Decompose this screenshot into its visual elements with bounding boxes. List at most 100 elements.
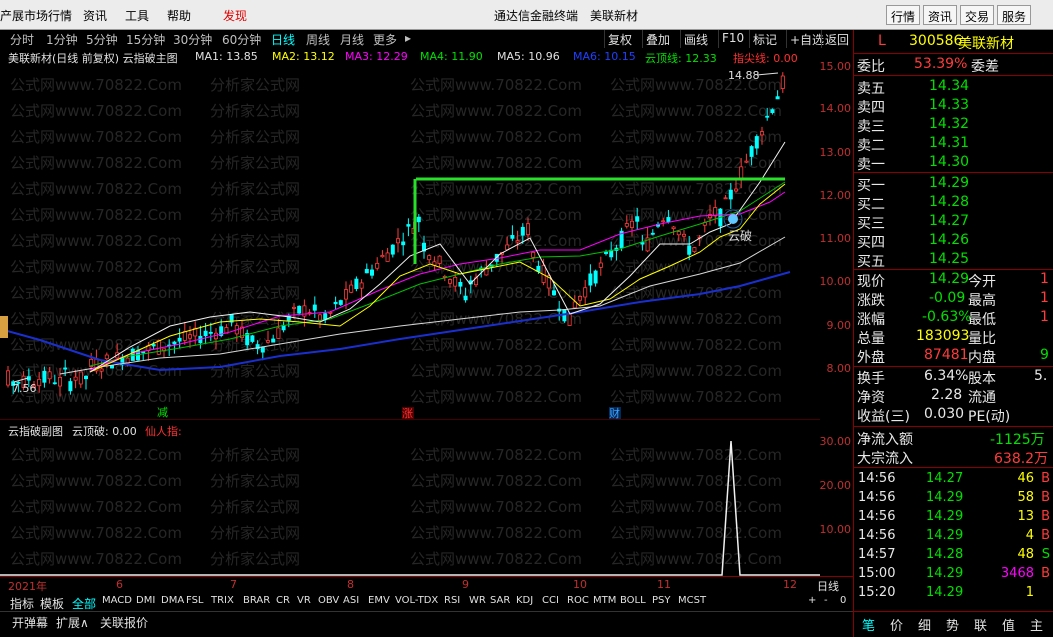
period-tab[interactable]: 15分钟 [126, 31, 165, 48]
y-tick: 9.00 [826, 319, 852, 332]
tab-fsl[interactable]: FSL [186, 595, 204, 606]
tab-dmi[interactable]: DMI [136, 595, 155, 606]
bid-row[interactable]: 买一 14.29 [854, 174, 1053, 194]
tab-cci[interactable]: CCI [542, 595, 559, 606]
tab-boll[interactable]: BOLL [620, 595, 646, 606]
tab-asi[interactable]: ASI [343, 595, 359, 606]
watermark-text: 公式网www.70822.Com [610, 550, 782, 568]
tool-rehab[interactable]: 复权 [604, 30, 635, 48]
period-tab[interactable]: 60分钟 [222, 31, 261, 48]
candle-body [734, 188, 739, 192]
period-tab[interactable]: 周线 [306, 31, 330, 48]
outer-value: 87481 [924, 347, 969, 363]
period-tab[interactable]: 5分钟 [86, 31, 118, 48]
candle-body [364, 268, 369, 274]
plus-icon[interactable]: + [808, 595, 816, 606]
quote-tab[interactable]: 值 [1002, 615, 1015, 634]
vol-ratio-label: 量比 [968, 331, 996, 347]
watermark-text: 公式网www.70822.Com [410, 232, 582, 250]
bid-row[interactable]: 买二 14.28 [854, 193, 1053, 213]
tab-rsi[interactable]: RSI [444, 595, 460, 606]
tab-vol-tdx[interactable]: VOL-TDX [395, 595, 438, 606]
tab-psy[interactable]: PSY [652, 595, 671, 606]
btn-service[interactable]: 服务 [997, 5, 1032, 25]
ask-row[interactable]: 卖三 14.32 [854, 115, 1053, 135]
tick-volume: 48 [1017, 547, 1034, 562]
tab-wr[interactable]: WR [469, 595, 486, 606]
ask-row[interactable]: 卖五 14.34 [854, 77, 1053, 97]
tab-related-quote[interactable]: 关联报价 [100, 614, 148, 631]
quote-tab[interactable]: 价 [890, 615, 903, 634]
menu-market[interactable]: 产展市场行情 [0, 7, 72, 24]
quote-tab[interactable]: 细 [918, 615, 931, 634]
candle-body [744, 160, 749, 163]
candlestick-chart[interactable]: 公式网www.70822.Com 分析家公式网 公式网www.70822.Com 公式… [0, 64, 820, 420]
zero-icon[interactable]: 0 [840, 595, 846, 606]
chevron-right-icon[interactable]: ▸ [405, 31, 411, 45]
quote-tab[interactable]: 主 [1030, 615, 1043, 634]
bid-price: 14.27 [929, 213, 970, 229]
tick-row: 14:56 14.27 46 B [854, 470, 1053, 489]
quote-tab[interactable]: 势 [946, 615, 959, 634]
bid-row[interactable]: 买四 14.26 [854, 231, 1053, 251]
tool-overlay[interactable]: 叠加 [642, 30, 673, 48]
menu-discover[interactable]: 发现 [223, 7, 247, 24]
bid-row[interactable]: 买五 14.25 [854, 250, 1053, 270]
menu-tools[interactable]: 工具 [125, 7, 149, 24]
sub-indicator-chart[interactable]: 公式网www.70822.Com 分析家公式网 公式网www.70822.Com 公式… [0, 438, 820, 576]
tab-template[interactable]: 模板 [40, 595, 64, 612]
period-tab[interactable]: 30分钟 [173, 31, 212, 48]
period-tab[interactable]: 1分钟 [46, 31, 78, 48]
period-tab[interactable]: 月线 [340, 31, 364, 48]
event-marker-zhang[interactable]: 涨 [402, 407, 413, 420]
ask-row[interactable]: 卖一 14.30 [854, 153, 1053, 173]
period-tab[interactable]: 分时 [10, 31, 34, 48]
tool-mark[interactable]: 标记 [749, 30, 780, 48]
tab-all[interactable]: 全部 [72, 595, 96, 612]
tab-kdj[interactable]: KDJ [516, 595, 533, 606]
btn-quote[interactable]: 行情 [886, 5, 921, 25]
tool-f10[interactable]: F10 [718, 30, 747, 48]
tool-back[interactable]: 返回 [821, 30, 852, 48]
tab-trix[interactable]: TRIX [211, 595, 234, 606]
ask-row[interactable]: 卖二 14.31 [854, 134, 1053, 154]
tab-obv[interactable]: OBV [318, 595, 339, 606]
btn-trade[interactable]: 交易 [960, 5, 995, 25]
watermark-text: 公式网www.70822.Com [410, 180, 582, 198]
high-label: 最高 [968, 293, 996, 309]
sub-axis: 30.00 20.00 10.00 [820, 435, 853, 576]
tab-indicator[interactable]: 指标 [10, 595, 34, 612]
tab-brar[interactable]: BRAR [243, 595, 270, 606]
tab-vr[interactable]: VR [297, 595, 311, 606]
menu-bar: 产展市场行情 资讯 工具 帮助 发现 通达信金融终端 美联新材 行情 资讯 交易… [0, 0, 1053, 30]
tab-cr[interactable]: CR [276, 595, 290, 606]
tab-mcst[interactable]: MCST [678, 595, 706, 606]
tab-danmaku[interactable]: 开弹幕 [12, 614, 48, 631]
price-axis: 15.00 14.00 13.00 12.00 11.00 10.00 9.00… [820, 60, 853, 420]
minus-icon[interactable]: - [824, 595, 828, 606]
btn-news[interactable]: 资讯 [923, 5, 958, 25]
tab-expand[interactable]: 扩展∧ [56, 614, 89, 631]
candle-body [271, 338, 276, 343]
quote-tab[interactable]: 笔 [862, 615, 875, 634]
collapse-arrow-icon[interactable] [0, 316, 8, 338]
menu-news[interactable]: 资讯 [83, 7, 107, 24]
tab-sar[interactable]: SAR [490, 595, 510, 606]
ask-row[interactable]: 卖四 14.33 [854, 96, 1053, 116]
tool-draw[interactable]: 画线 [680, 30, 711, 48]
quote-tab[interactable]: 联 [974, 615, 987, 634]
menu-help[interactable]: 帮助 [167, 7, 191, 24]
tab-dma[interactable]: DMA [161, 595, 184, 606]
candle-body [52, 382, 57, 385]
tab-macd[interactable]: MACD [102, 595, 132, 606]
tab-roc[interactable]: ROC [567, 595, 589, 606]
period-tab-more[interactable]: 更多 [373, 31, 397, 48]
candle-body [187, 334, 192, 339]
tab-emv[interactable]: EMV [368, 595, 390, 606]
bid-row[interactable]: 买三 14.27 [854, 212, 1053, 232]
event-marker-cai[interactable]: 财 [609, 406, 620, 420]
candle-body [598, 262, 603, 268]
event-marker-jian[interactable]: 减 [157, 406, 168, 419]
tab-mtm[interactable]: MTM [593, 595, 616, 606]
period-tab-active[interactable]: 日线 [271, 31, 295, 48]
